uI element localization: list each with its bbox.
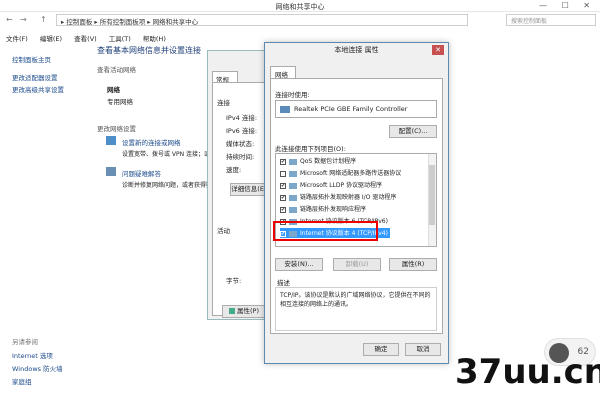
item-label: Microsoft 网络适配器多路传送器协议: [300, 170, 402, 177]
page-title: 查看基本网络信息并设置连接: [97, 46, 201, 55]
connection-label: 连接: [217, 99, 230, 107]
link-homegroup[interactable]: 家庭组: [12, 376, 32, 386]
component-icon: [289, 170, 297, 177]
highlight-box: [273, 221, 378, 241]
speed-row: 速度:: [226, 166, 242, 174]
window-controls[interactable]: — ☐ ✕: [539, 1, 596, 10]
list-item[interactable]: Microsoft 网络适配器多路传送器协议: [280, 168, 401, 178]
menu-tools[interactable]: 工具(T): [109, 35, 131, 43]
scrollbar-thumb[interactable]: [429, 165, 435, 225]
network-type: 专用网络: [107, 98, 133, 106]
list-item[interactable]: ✔ QoS 数据包计划程序: [280, 156, 356, 166]
menu-help[interactable]: 帮助(H): [143, 35, 166, 43]
uninstall-button: 卸载(U): [333, 258, 381, 271]
component-icon: [289, 206, 297, 213]
left-pane: 控制面板主页 更改适配器设置 更改高级共享设置 另请参阅 Internet 选项…: [0, 42, 92, 400]
item-checkbox[interactable]: ✔: [280, 194, 286, 201]
link-windows-firewall[interactable]: Windows 防火墙: [12, 363, 63, 373]
ok-button[interactable]: 确定: [363, 343, 399, 356]
adapter-box: Realtek PCIe GBE Family Controller: [275, 100, 437, 118]
forward-arrow-icon[interactable]: →: [20, 15, 27, 24]
ipv4-row: IPv4 连接:: [226, 114, 258, 122]
up-arrow-icon[interactable]: ↑: [40, 15, 47, 24]
dialog-title: 本地连接 属性: [334, 46, 379, 54]
link-advanced-sharing[interactable]: 更改高级共享设置: [12, 84, 64, 94]
description-label: 描述: [277, 279, 290, 287]
troubleshoot-link[interactable]: 问题疑难解答: [122, 168, 161, 178]
item-label: QoS 数据包计划程序: [300, 158, 357, 165]
adapter-name: Realtek PCIe GBE Family Controller: [294, 105, 408, 113]
duration-row: 持续时间:: [226, 153, 255, 161]
close-icon[interactable]: ✕: [432, 45, 444, 55]
item-checkbox[interactable]: ✔: [280, 182, 286, 189]
install-button[interactable]: 安装(N)...: [275, 258, 323, 271]
item-label: Microsoft LLDP 协议驱动程序: [300, 182, 383, 189]
activity-label: 活动: [217, 227, 230, 235]
component-icon: [289, 194, 297, 201]
link-internet-options[interactable]: Internet 选项: [12, 350, 53, 360]
cancel-button[interactable]: 取消: [405, 343, 441, 356]
shield-icon: [229, 308, 235, 314]
list-item[interactable]: ✔ Microsoft LLDP 协议驱动程序: [280, 180, 382, 190]
ipv6-row: IPv6 连接:: [226, 127, 258, 135]
item-checkbox[interactable]: ✔: [280, 206, 286, 213]
change-settings-label: 更改网络设置: [97, 125, 136, 133]
watermark: 37uu.cn: [455, 352, 600, 392]
status-properties-label: 属性(P): [237, 307, 259, 315]
search-input[interactable]: 搜索控制面板: [506, 14, 596, 26]
network-setup-icon: [106, 136, 116, 145]
connection-properties-dialog: 本地连接 属性 ✕ 网络 连接时使用: Realtek PCIe GBE Fam…: [264, 42, 449, 364]
link-change-adapter[interactable]: 更改适配器设置: [12, 72, 58, 82]
menu-bar: 文件(F) 编辑(E) 查看(V) 工具(T) 帮助(H): [0, 30, 600, 43]
network-adapter-icon: [280, 106, 290, 113]
network-name: 网络: [107, 86, 120, 94]
connect-using-label: 连接时使用:: [275, 91, 310, 99]
link-control-panel-home[interactable]: 控制面板主页: [12, 54, 51, 64]
bytes-label: 字节:: [226, 277, 242, 285]
list-item[interactable]: ✔ 链路层拓扑发现响应程序: [280, 204, 366, 214]
active-networks-label: 查看活动网络: [97, 66, 136, 74]
window-titlebar: 网络和共享中心 — ☐ ✕: [0, 0, 600, 12]
status-properties-button[interactable]: 属性(P): [222, 305, 266, 318]
window-title: 网络和共享中心: [275, 3, 325, 11]
item-label: 链路层拓扑发现映射器 I/O 驱动程序: [300, 194, 397, 201]
address-bar[interactable]: ▸ 控制面板 ▸ 所有控制面板项 ▸ 网络和共享中心: [56, 14, 468, 26]
configure-button[interactable]: 配置(C)...: [389, 125, 437, 138]
troubleshoot-icon: [106, 167, 116, 176]
setup-connection-link[interactable]: 设置新的连接或网络: [122, 137, 181, 147]
item-properties-button[interactable]: 属性(R): [389, 258, 437, 271]
items-label: 此连接使用下列项目(O):: [275, 145, 346, 153]
list-item[interactable]: ✔ 链路层拓扑发现映射器 I/O 驱动程序: [280, 192, 396, 202]
item-label: 链路层拓扑发现响应程序: [300, 206, 367, 213]
item-checkbox[interactable]: [280, 170, 286, 177]
see-also-header: 另请参阅: [12, 338, 38, 346]
description-text: TCP/IP。该协议是默认的广域网络协议，它提供在不同的相互连接的网络上的通讯。: [275, 287, 437, 331]
component-icon: [289, 158, 297, 165]
media-row: 媒体状态:: [226, 140, 255, 148]
back-arrow-icon[interactable]: ←: [6, 15, 13, 24]
component-icon: [289, 182, 297, 189]
item-checkbox[interactable]: ✔: [280, 158, 286, 165]
